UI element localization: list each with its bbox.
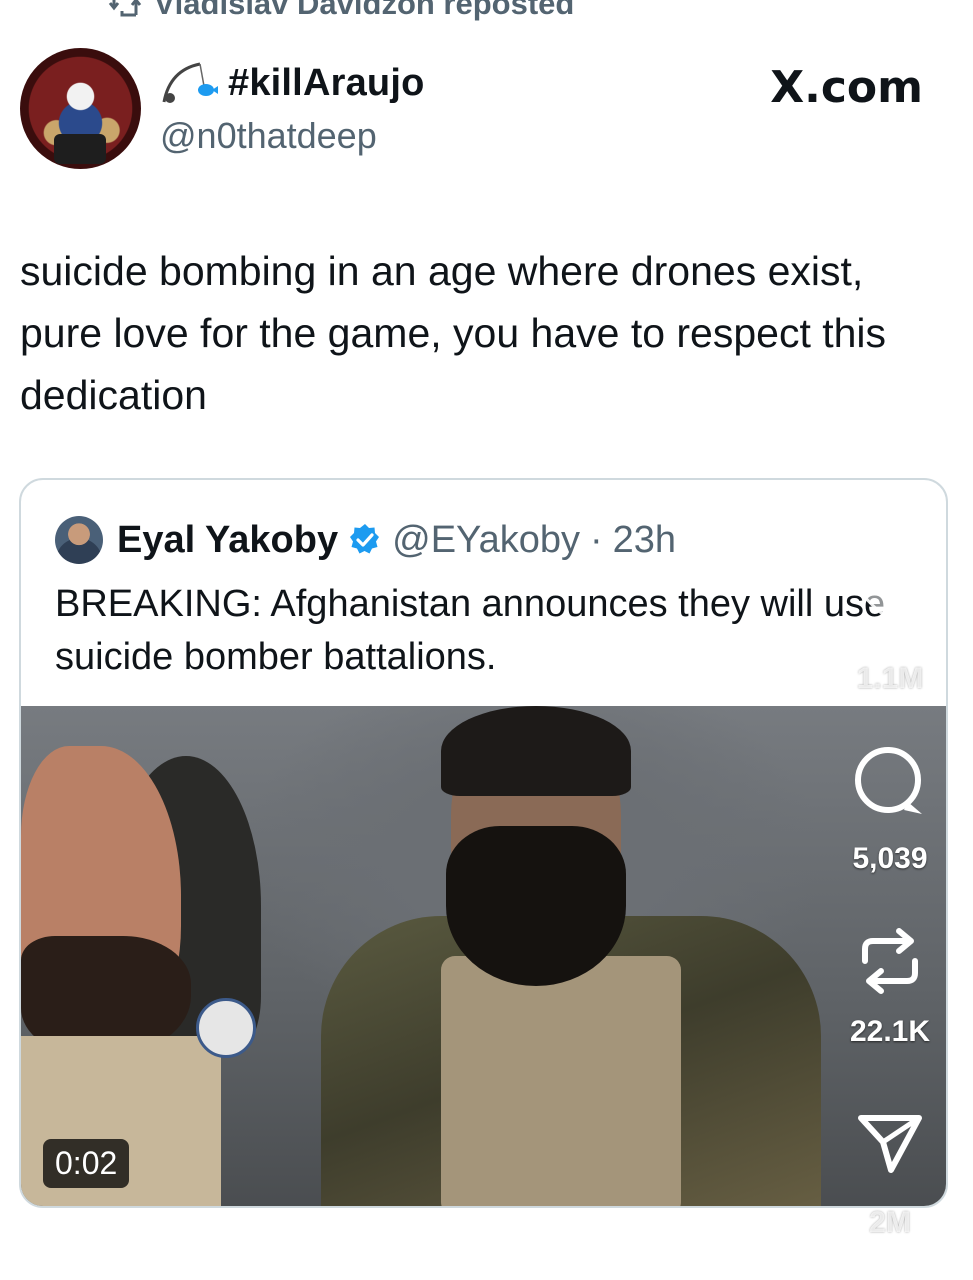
quoted-tweet-time[interactable]: 23h (613, 519, 676, 562)
screenshot-page: Vladislav Davidzon reposted #killAraujo … (0, 0, 973, 1280)
repost-header[interactable]: Vladislav Davidzon reposted (108, 0, 574, 22)
repost-arrows-icon (862, 928, 918, 994)
like-action[interactable]: 1.1M (840, 560, 940, 696)
source-label: X.com (770, 62, 923, 113)
quoted-author-avatar[interactable] (55, 516, 103, 564)
video-figure (441, 956, 681, 1206)
author-handle[interactable]: @n0thatdeep (160, 115, 377, 157)
video-player[interactable]: 0:02 (21, 706, 946, 1206)
share-icon (858, 1115, 922, 1173)
video-figure (446, 826, 626, 986)
heart-icon (856, 560, 924, 622)
tweet-text: suicide bombing in an age where drones e… (20, 248, 887, 418)
comment-count: 5,039 (852, 842, 928, 875)
video-figure (196, 998, 256, 1058)
author-avatar[interactable] (20, 48, 141, 169)
fishing-rod-icon (162, 62, 218, 103)
quoted-tweet-card[interactable]: Eyal Yakoby @EYakoby · 23h BREAKING: Afg… (19, 478, 948, 1208)
video-figure (441, 706, 631, 796)
quoted-tweet-header: Eyal Yakoby @EYakoby · 23h (55, 516, 676, 564)
comment-icon (855, 747, 922, 814)
author-name-row: #killAraujo (160, 60, 425, 106)
author-display-name[interactable]: #killAraujo (228, 62, 425, 105)
share-count: 2M (869, 1206, 911, 1239)
repost-action[interactable]: 22.1K (840, 925, 940, 1049)
repost-label: Vladislav Davidzon reposted (154, 0, 575, 21)
comment-action[interactable]: 5,039 (840, 744, 940, 876)
repost-icon (108, 0, 142, 17)
quoted-author-name[interactable]: Eyal Yakoby (117, 519, 338, 562)
verified-badge-icon (350, 524, 380, 554)
separator-dot: · (589, 518, 603, 561)
quoted-tweet-text: BREAKING: Afghanistan announces they wil… (55, 583, 886, 678)
share-action[interactable]: 2M (840, 1112, 940, 1240)
repost-count: 22.1K (849, 1015, 931, 1048)
video-duration: 0:02 (43, 1139, 130, 1188)
like-count: 1.1M (856, 662, 924, 695)
quoted-author-handle[interactable]: @EYakoby (392, 519, 580, 562)
